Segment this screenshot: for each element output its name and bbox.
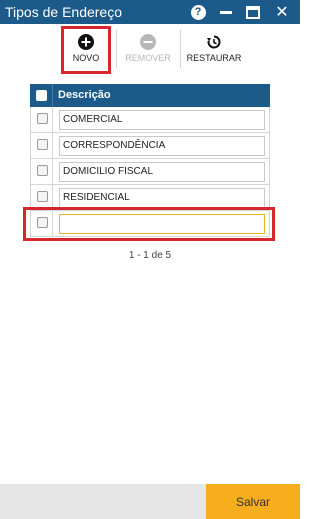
help-icon: ?: [190, 4, 206, 20]
table-row: COMERCIAL: [30, 107, 270, 133]
table-row: DOMICILIO FISCAL: [30, 159, 270, 185]
header-divider: [52, 84, 53, 107]
toolbar-divider: [116, 30, 117, 68]
save-button[interactable]: Salvar: [206, 484, 300, 519]
minus-circle-icon: [140, 34, 156, 50]
window-title: Tipos de Endereço: [5, 4, 122, 20]
select-all-checkbox[interactable]: [36, 90, 47, 101]
footer-bar: Salvar: [0, 484, 300, 519]
maximize-icon: [246, 5, 260, 19]
row-checkbox[interactable]: [37, 113, 48, 124]
toolbar: NOVO REMOVER RESTAURAR: [0, 24, 300, 76]
row-checkbox[interactable]: [37, 165, 48, 176]
novo-label: NOVO: [72, 53, 100, 63]
maximize-button[interactable]: [245, 2, 261, 22]
restore-icon: [207, 35, 221, 49]
grid-header: Descrição: [30, 84, 270, 107]
novo-button[interactable]: NOVO: [61, 26, 111, 74]
descricao-field[interactable]: COMERCIAL: [59, 110, 265, 130]
descricao-field[interactable]: CORRESPONDÊNCIA: [59, 136, 265, 156]
row-checkbox[interactable]: [37, 191, 48, 202]
help-button[interactable]: ?: [189, 2, 207, 22]
descricao-field[interactable]: DOMICILIO FISCAL: [59, 162, 265, 182]
descricao-field[interactable]: RESIDENCIAL: [59, 188, 265, 208]
close-icon: ✕: [275, 4, 289, 21]
close-button[interactable]: ✕: [273, 2, 291, 22]
toolbar-divider: [180, 30, 181, 68]
restaurar-button[interactable]: RESTAURAR: [185, 26, 243, 63]
restaurar-label: RESTAURAR: [186, 53, 242, 63]
minimize-icon: [220, 11, 232, 14]
column-header-descricao: Descrição: [58, 89, 111, 101]
remover-button[interactable]: REMOVER: [120, 26, 176, 63]
table-row: CORRESPONDÊNCIA: [30, 133, 270, 159]
new-row-highlight: [23, 207, 275, 241]
remover-label: REMOVER: [125, 53, 171, 63]
title-bar: Tipos de Endereço ? ✕: [0, 0, 300, 24]
row-checkbox[interactable]: [37, 139, 48, 150]
plus-circle-icon: [78, 34, 94, 50]
minimize-button[interactable]: [218, 2, 234, 22]
pagination-info: 1 - 1 de 5: [128, 250, 172, 261]
